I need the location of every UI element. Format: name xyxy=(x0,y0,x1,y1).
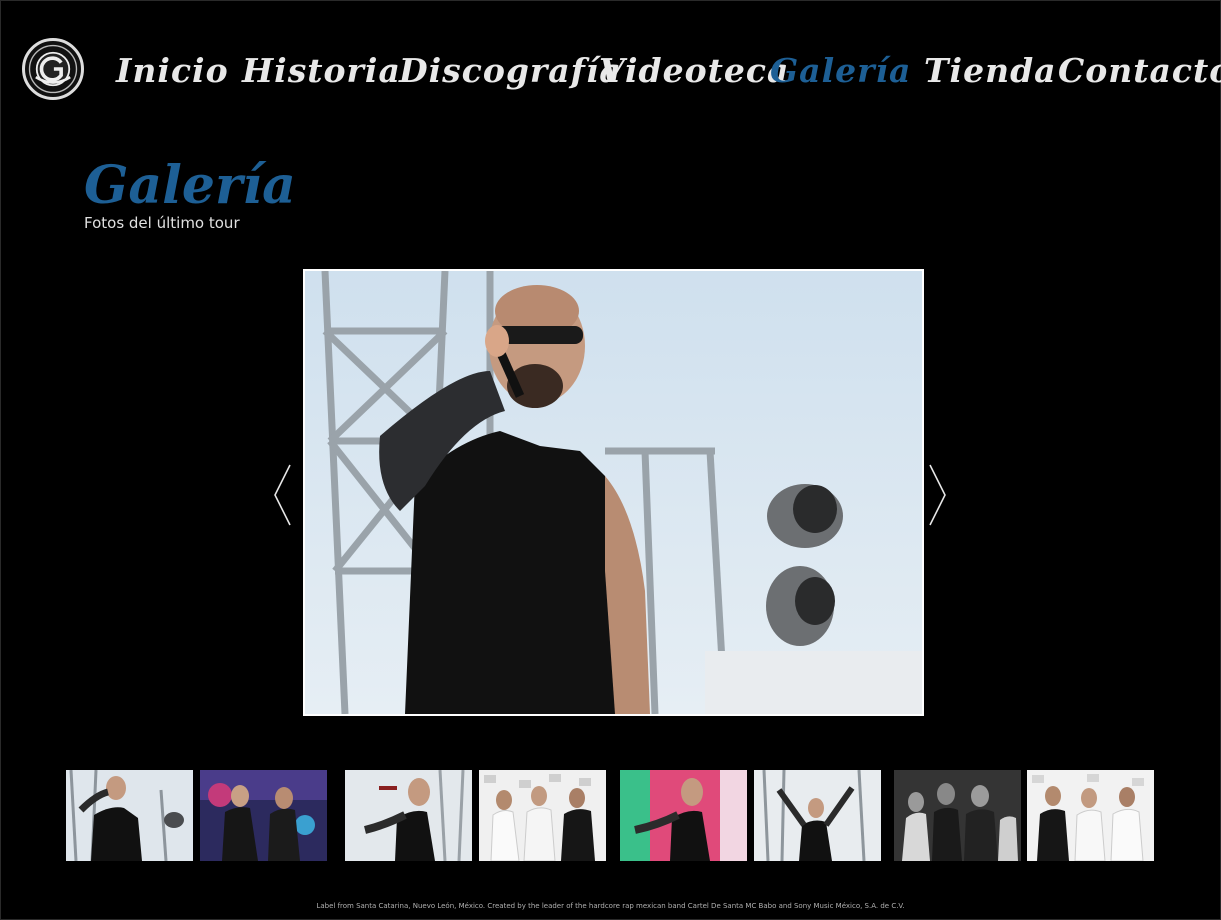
thumbnail-photo xyxy=(345,770,472,861)
footer-credits: Label from Santa Catarina, Nuevo León, M… xyxy=(316,902,905,910)
nav-item-videoteca[interactable]: Videoteca xyxy=(599,48,789,94)
gallery-thumbnail-4[interactable] xyxy=(479,770,606,861)
concert-performer-photo xyxy=(305,271,922,714)
thumbnail-photo xyxy=(620,770,747,861)
gallery-thumbnail-strip xyxy=(0,770,1221,861)
page-subtitle: Fotos del último tour xyxy=(84,214,240,232)
gallery-thumbnail-8[interactable] xyxy=(1027,770,1154,861)
page-title: Galería xyxy=(84,155,296,216)
logo-emblem-icon xyxy=(28,44,78,94)
chevron-right-icon xyxy=(929,464,946,526)
gallery-main-photo xyxy=(303,269,924,716)
thumbnail-photo xyxy=(894,770,1021,861)
thumbnail-photo xyxy=(1027,770,1154,861)
nav-item-tienda[interactable]: Tienda xyxy=(924,48,1057,94)
thumbnail-photo xyxy=(754,770,881,861)
gallery-thumbnail-2[interactable] xyxy=(200,770,327,861)
gallery-thumbnail-1[interactable] xyxy=(66,770,193,861)
nav-item-historia[interactable]: Historia xyxy=(242,48,401,94)
gallery-thumbnail-7[interactable] xyxy=(894,770,1021,861)
nav-item-contactos[interactable]: Contactos xyxy=(1058,48,1221,94)
thumbnail-photo xyxy=(200,770,327,861)
gallery-thumbnail-5[interactable] xyxy=(620,770,747,861)
gallery-next-button[interactable] xyxy=(926,463,948,527)
thumbnail-photo xyxy=(66,770,193,861)
brand-logo[interactable] xyxy=(22,38,84,100)
gallery-thumbnail-6[interactable] xyxy=(754,770,881,861)
nav-item-discografia[interactable]: Discografía xyxy=(399,48,622,94)
gallery-prev-button[interactable] xyxy=(272,463,294,527)
nav-item-galeria[interactable]: Galería xyxy=(770,48,911,94)
gallery-thumbnail-3[interactable] xyxy=(345,770,472,861)
thumbnail-photo xyxy=(479,770,606,861)
chevron-left-icon xyxy=(274,464,291,526)
nav-item-inicio[interactable]: Inicio xyxy=(116,48,229,94)
